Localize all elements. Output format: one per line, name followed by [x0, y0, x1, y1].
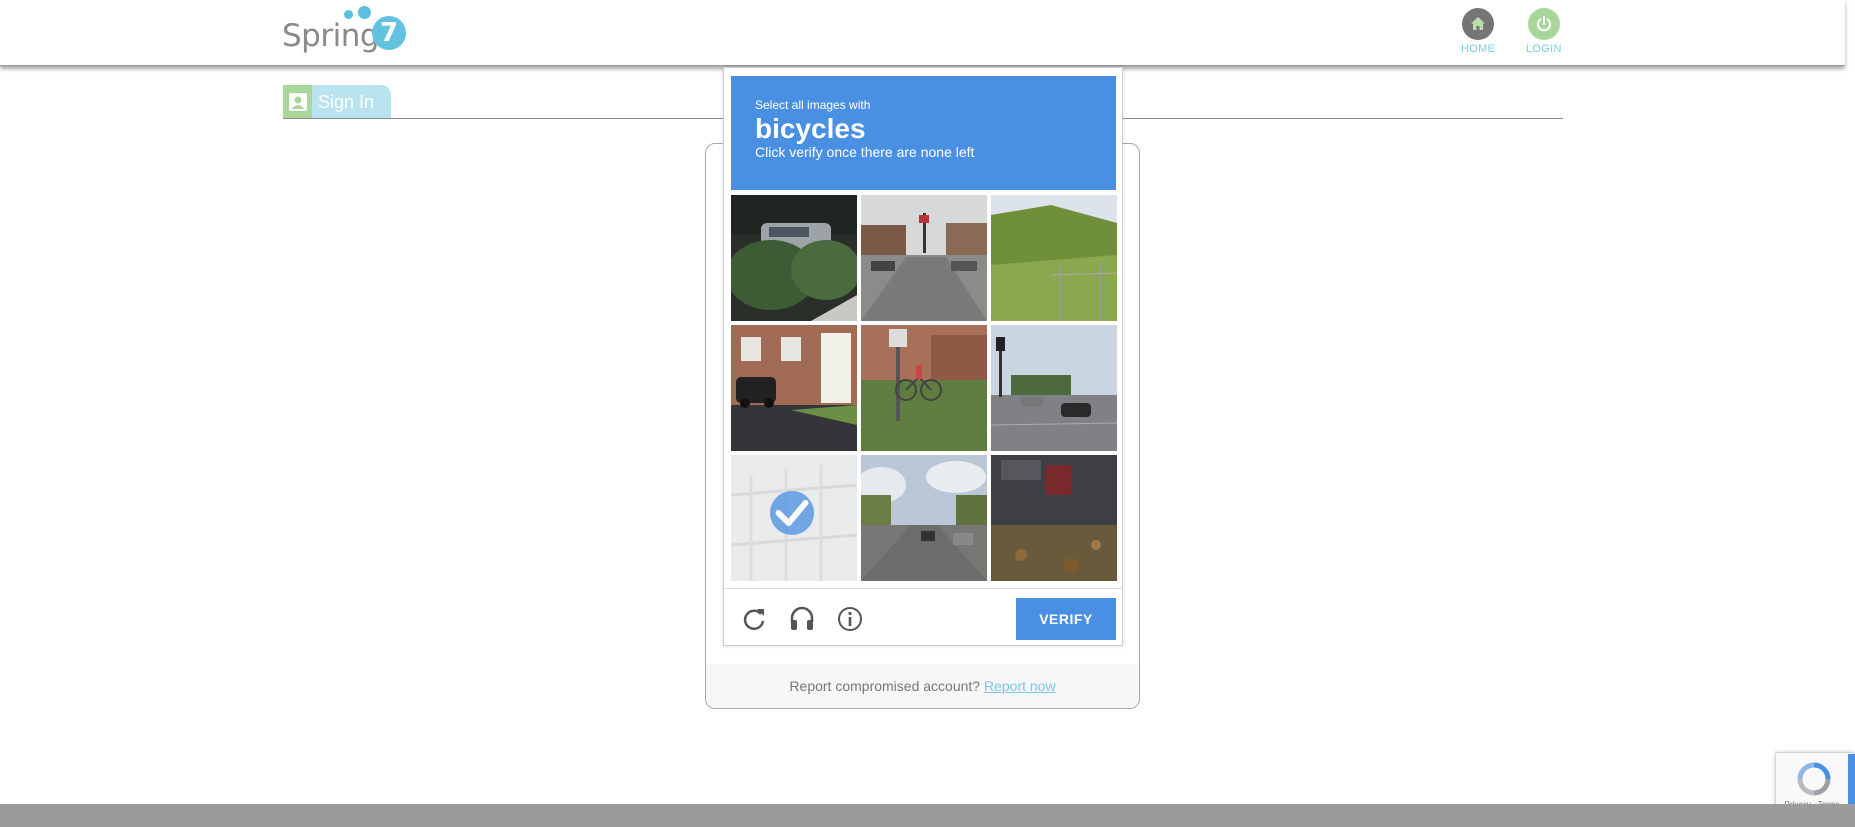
headphones-icon[interactable]	[786, 603, 818, 635]
captcha-tile-3[interactable]	[991, 195, 1117, 321]
tab-sign-in-label: Sign In	[318, 91, 375, 112]
captcha-tile-7-selected[interactable]	[731, 455, 857, 581]
report-text: Report compromised account?	[789, 678, 981, 694]
nav-home-label: HOME	[1461, 43, 1496, 55]
challenge-header: Select all images with bicycles Click ve…	[731, 76, 1116, 190]
recaptcha-logo-icon	[1796, 761, 1832, 797]
reload-icon[interactable]	[738, 603, 770, 635]
page-footer	[0, 804, 1855, 827]
captcha-tile-6[interactable]	[991, 325, 1117, 451]
home-icon	[1462, 8, 1495, 40]
checkmark-icon	[770, 491, 814, 535]
image-grid	[731, 195, 1118, 582]
report-now-link[interactable]: Report now	[984, 678, 1056, 694]
logo-text: Spring	[282, 18, 380, 54]
nav-home[interactable]: HOME	[1461, 8, 1495, 55]
user-icon	[283, 85, 312, 119]
site-header: Spring 7 HOME LOGIN	[0, 0, 1845, 66]
challenge-divider	[724, 588, 1122, 589]
nav-login[interactable]: LOGIN	[1526, 8, 1562, 55]
spring7-logo[interactable]: Spring 7	[282, 6, 407, 58]
logo-number: 7	[372, 16, 406, 50]
captcha-tile-5[interactable]	[861, 325, 987, 451]
challenge-target: bicycles	[755, 113, 866, 144]
captcha-tile-4[interactable]	[731, 325, 857, 451]
logo-dot	[344, 10, 353, 19]
logo-dot	[358, 6, 371, 19]
nav-login-label: LOGIN	[1526, 43, 1562, 55]
challenge-subtext: Click verify once there are none left	[755, 144, 975, 160]
captcha-tile-8[interactable]	[861, 455, 987, 581]
verify-button[interactable]: VERIFY	[1016, 598, 1116, 640]
challenge-instruction: Select all images with	[755, 98, 871, 112]
power-icon	[1527, 8, 1560, 40]
info-icon[interactable]	[834, 603, 866, 635]
tab-sign-in[interactable]: Sign In	[283, 85, 391, 119]
card-footer: Report compromised account? Report now	[706, 664, 1139, 708]
captcha-tile-1[interactable]	[731, 195, 857, 321]
recaptcha-challenge: Select all images with bicycles Click ve…	[723, 67, 1123, 646]
captcha-tile-9[interactable]	[991, 455, 1117, 581]
captcha-tile-2[interactable]	[861, 195, 987, 321]
